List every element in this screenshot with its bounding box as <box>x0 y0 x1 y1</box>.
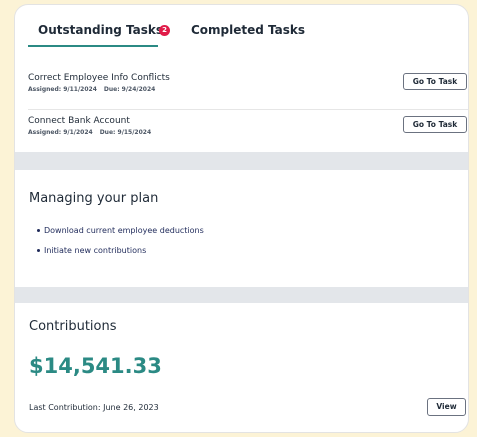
task-name: Connect Bank Account <box>28 116 130 126</box>
tab-completed-tasks[interactable]: Completed Tasks <box>191 23 305 37</box>
contributions-amount: $14,541.33 <box>29 354 162 378</box>
section-divider <box>15 287 468 303</box>
task-dates: Assigned: 9/1/2024 Due: 9/15/2024 <box>28 129 151 136</box>
task-due-date: Due: 9/24/2024 <box>103 86 156 93</box>
go-to-task-button[interactable]: Go To Task <box>403 73 467 90</box>
task-row: Connect Bank Account Assigned: 9/1/2024 D… <box>28 109 468 150</box>
task-tabs: Outstanding Tasks 2 Completed Tasks <box>15 5 468 55</box>
task-due-date: Due: 9/15/2024 <box>99 129 152 136</box>
task-name: Correct Employee Info Conflicts <box>28 73 170 83</box>
go-to-task-button[interactable]: Go To Task <box>403 116 467 133</box>
task-row: Correct Employee Info Conflicts Assigned… <box>28 69 468 109</box>
task-dates: Assigned: 9/11/2024 Due: 9/24/2024 <box>28 86 155 93</box>
download-deductions-link[interactable]: Download current employee deductions <box>37 226 204 235</box>
tab-outstanding-tasks[interactable]: Outstanding Tasks <box>38 23 163 37</box>
last-contribution-text: Last Contribution: June 26, 2023 <box>29 403 159 412</box>
task-assigned-date: Assigned: 9/1/2024 <box>28 129 93 136</box>
managing-plan-title: Managing your plan <box>29 191 159 206</box>
view-button[interactable]: View <box>427 398 466 416</box>
section-divider <box>15 152 468 170</box>
contributions-title: Contributions <box>29 319 117 334</box>
active-tab-indicator <box>28 45 158 47</box>
task-assigned-date: Assigned: 9/11/2024 <box>28 86 97 93</box>
plan-card: Outstanding Tasks 2 Completed Tasks Corr… <box>14 4 469 433</box>
initiate-contributions-link[interactable]: Initiate new contributions <box>37 246 204 255</box>
plan-links-list: Download current employee deductions Ini… <box>37 226 204 266</box>
outstanding-count-badge: 2 <box>159 25 170 36</box>
